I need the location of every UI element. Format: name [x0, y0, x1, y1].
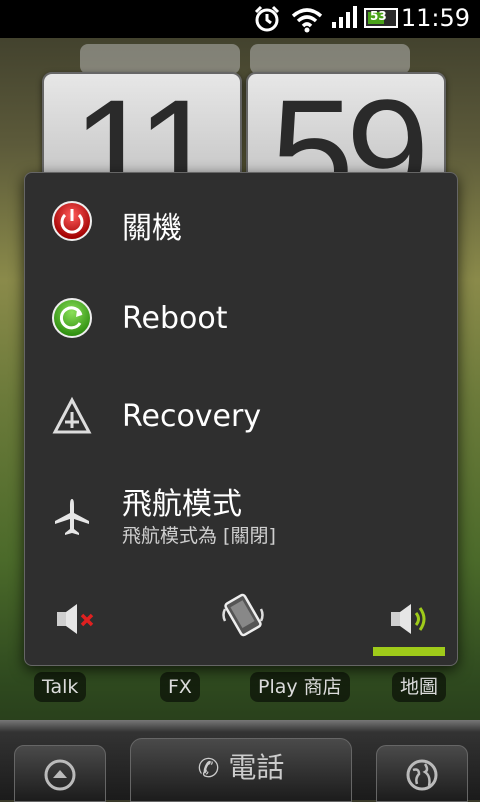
menu-item-airplane-mode[interactable]: 飛航模式 飛航模式為 [關閉] [25, 465, 457, 561]
power-icon [52, 201, 92, 241]
battery-level: 53 [370, 9, 387, 23]
sound-mode-row [25, 575, 457, 655]
up-arrow-icon [44, 759, 76, 791]
app-drawer-button[interactable] [14, 745, 106, 802]
clock-card-back-left [80, 44, 240, 74]
reboot-icon [52, 298, 92, 338]
recovery-icon [52, 396, 92, 434]
phone-icon: ✆ [197, 754, 220, 784]
dock-label-maps: 地圖 [392, 672, 447, 702]
status-bar: 53 11:59 [0, 0, 480, 38]
mute-icon[interactable] [53, 599, 97, 639]
dock-label-fx: FX [160, 672, 200, 702]
power-menu-dialog: 關機 Reboot Recovery 飛航模式 飛航模式為 [關閉] [24, 172, 458, 666]
menu-item-label: 飛航模式 [122, 487, 242, 522]
personalize-button[interactable] [376, 745, 468, 802]
menu-item-label: Reboot [122, 301, 228, 336]
airplane-icon [55, 499, 89, 535]
dock-label-play-store: Play 商店 [250, 672, 350, 702]
menu-item-reboot[interactable]: Reboot [25, 269, 457, 365]
menu-item-label: Recovery [122, 399, 262, 434]
menu-item-recovery[interactable]: Recovery [25, 367, 457, 463]
clock-card-back-right [250, 44, 410, 74]
alarm-icon [254, 5, 280, 32]
active-sound-indicator [373, 647, 445, 656]
status-time: 11:59 [400, 4, 470, 32]
vibrate-icon[interactable] [219, 591, 267, 639]
menu-item-label: 關機 [122, 211, 182, 246]
airplane-mode-status: 飛航模式為 [關閉] [122, 525, 276, 547]
phone-label: 電話 [228, 751, 285, 784]
menu-item-power-off[interactable]: 關機 [25, 173, 457, 269]
wifi-icon [291, 8, 323, 33]
dock-label-talk: Talk [34, 672, 87, 702]
signal-icon [332, 6, 357, 28]
battery-icon: 53 [364, 8, 398, 28]
sound-on-icon[interactable] [387, 599, 431, 639]
phone-button[interactable]: ✆ 電話 [130, 738, 352, 802]
globe-icon [406, 759, 438, 791]
